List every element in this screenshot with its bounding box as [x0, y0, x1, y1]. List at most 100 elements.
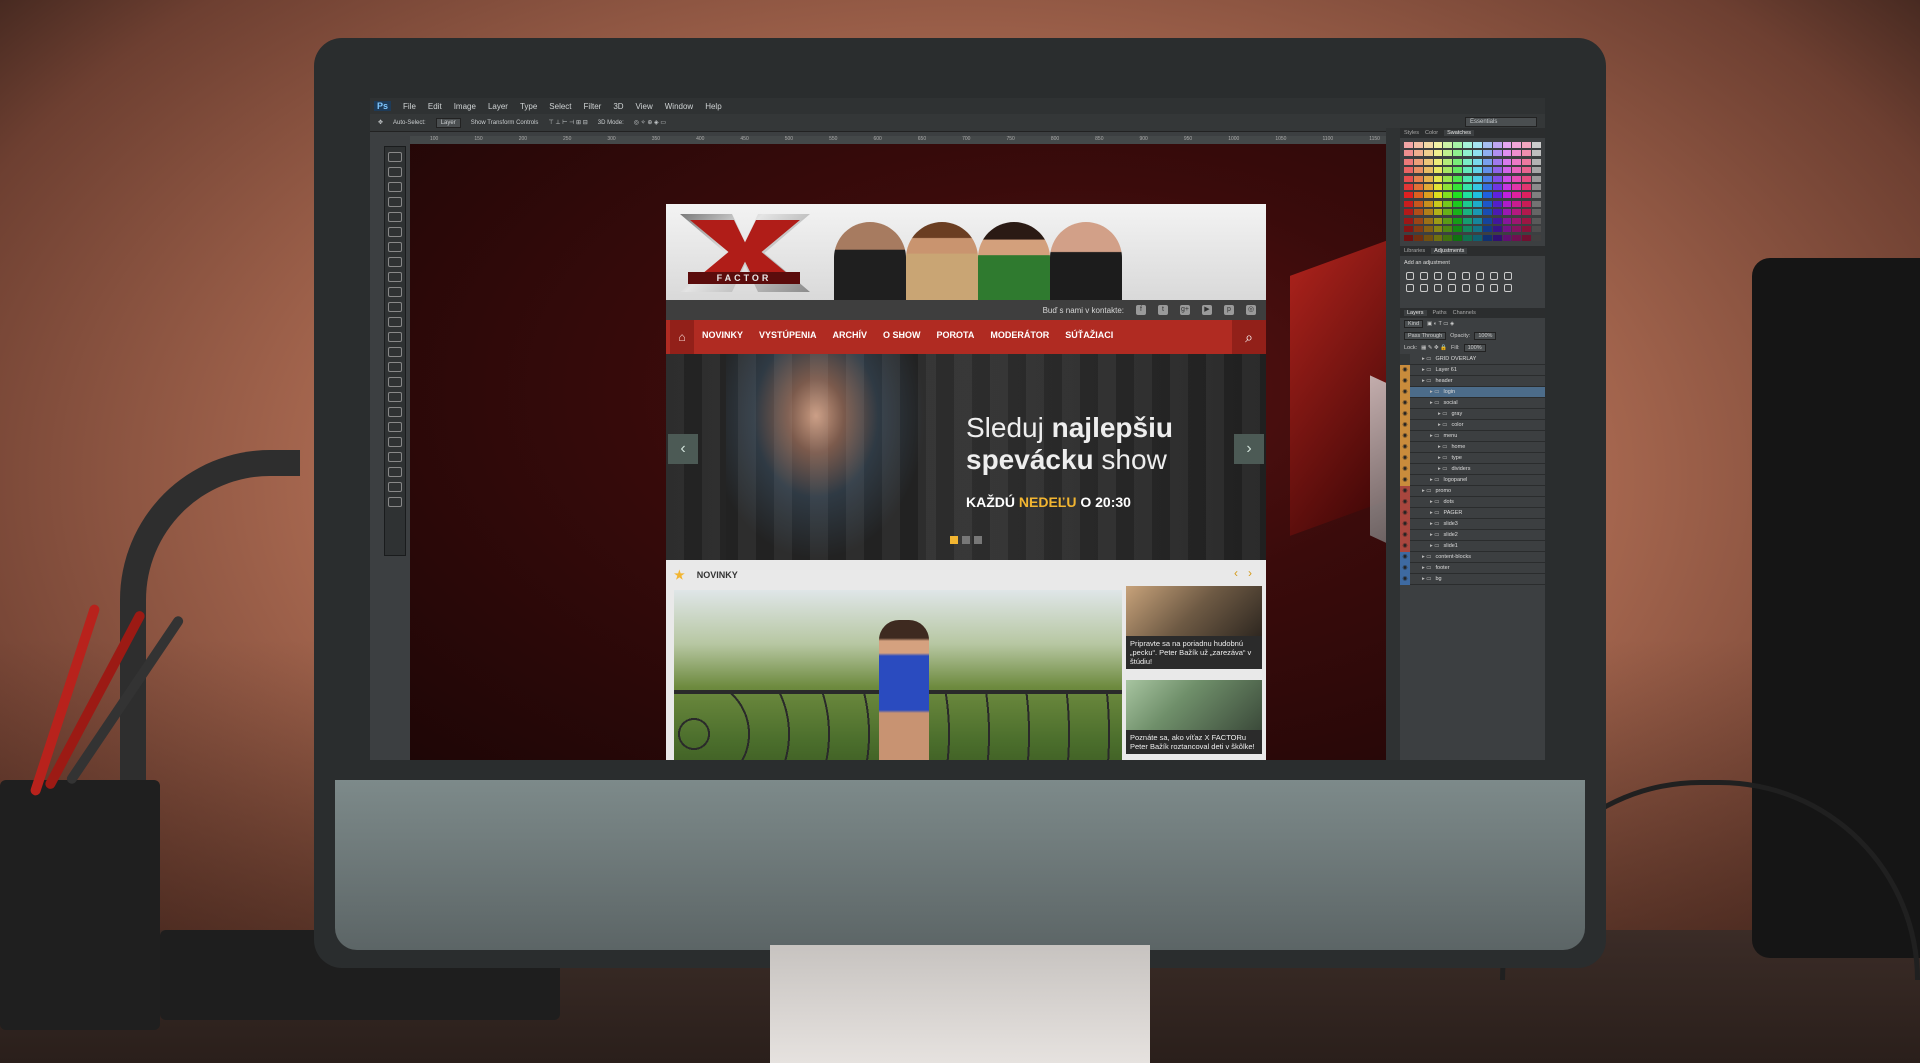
swatch[interactable] — [1443, 234, 1453, 241]
slider-next-arrow-icon[interactable]: › — [1234, 434, 1264, 464]
swatch[interactable] — [1404, 234, 1413, 241]
pager-dot[interactable] — [962, 536, 970, 544]
eye-icon[interactable]: ◉ — [1400, 430, 1410, 442]
nav-archiv[interactable]: ARCHÍV — [825, 320, 876, 354]
swatch[interactable] — [1522, 184, 1532, 191]
swatch[interactable] — [1492, 184, 1502, 191]
tab-paths[interactable]: Paths — [1433, 310, 1447, 316]
swatch[interactable] — [1482, 142, 1492, 148]
eye-icon[interactable]: ◉ — [1400, 529, 1410, 541]
eye-icon[interactable]: ◉ — [1400, 364, 1410, 376]
swatch[interactable] — [1532, 234, 1541, 241]
swatch[interactable] — [1413, 209, 1423, 216]
swatch[interactable] — [1433, 175, 1443, 182]
show-transform-controls-checkbox[interactable]: Show Transform Controls — [471, 120, 539, 126]
nav-o-show[interactable]: O SHOW ⌄ — [875, 320, 929, 354]
swatch[interactable] — [1463, 175, 1472, 182]
swatch[interactable] — [1433, 209, 1443, 216]
swatch[interactable] — [1463, 200, 1472, 207]
swatch[interactable] — [1463, 217, 1472, 224]
swatch[interactable] — [1532, 217, 1541, 224]
swatch[interactable] — [1472, 150, 1482, 157]
swatch[interactable] — [1482, 217, 1492, 224]
swatch[interactable] — [1522, 217, 1532, 224]
news-card[interactable]: Poznáte sa, ako víťaz X FACTORu Peter Ba… — [1126, 680, 1262, 754]
lock-icons[interactable]: ▦ ✎ ✥ 🔒 — [1421, 345, 1447, 351]
swatch[interactable] — [1463, 142, 1472, 148]
news-next-icon[interactable]: › — [1248, 566, 1252, 580]
swatch[interactable] — [1482, 200, 1492, 207]
tool-icon[interactable] — [388, 452, 402, 462]
swatch[interactable] — [1443, 226, 1453, 233]
swatch[interactable] — [1472, 175, 1482, 182]
swatch[interactable] — [1443, 158, 1453, 165]
eye-icon[interactable]: ◉ — [1400, 375, 1410, 387]
swatch[interactable] — [1492, 200, 1502, 207]
layer-row[interactable]: ◉ ▸ ▭ promo — [1400, 485, 1545, 497]
eye-icon[interactable]: ◉ — [1400, 408, 1410, 420]
swatch[interactable] — [1472, 209, 1482, 216]
adjustment-icon[interactable] — [1490, 284, 1498, 292]
menu-edit[interactable]: Edit — [428, 102, 442, 111]
pager-dot[interactable] — [974, 536, 982, 544]
swatch[interactable] — [1502, 184, 1512, 191]
nav-moderator[interactable]: MODERÁTOR — [982, 320, 1057, 354]
swatch[interactable] — [1453, 209, 1463, 216]
swatch[interactable] — [1423, 200, 1433, 207]
swatch[interactable] — [1423, 167, 1433, 174]
swatch[interactable] — [1423, 226, 1433, 233]
tool-icon[interactable] — [388, 392, 402, 402]
eye-icon[interactable]: ◉ — [1400, 496, 1410, 508]
layer-row[interactable]: ◉ ▸ ▭ gray — [1400, 408, 1545, 420]
adjustment-icon[interactable] — [1504, 272, 1512, 280]
swatch[interactable] — [1404, 142, 1413, 148]
swatch[interactable] — [1472, 142, 1482, 148]
swatch[interactable] — [1404, 200, 1413, 207]
move-tool-icon[interactable]: ✥ — [378, 119, 383, 126]
swatch[interactable] — [1482, 226, 1492, 233]
tab-layers[interactable]: Layers — [1404, 310, 1427, 316]
swatch[interactable] — [1472, 192, 1482, 199]
swatch[interactable] — [1413, 142, 1423, 148]
tool-icon[interactable] — [388, 422, 402, 432]
tab-libraries[interactable]: Libraries — [1404, 248, 1425, 254]
swatch[interactable] — [1512, 184, 1522, 191]
filter-icons[interactable]: ▣ ◐ T ▭ ◈ — [1427, 321, 1454, 327]
menu-file[interactable]: File — [403, 102, 416, 111]
news-main-image[interactable] — [674, 590, 1122, 760]
adjustment-icon[interactable] — [1504, 284, 1512, 292]
swatch[interactable] — [1512, 234, 1522, 241]
layer-row[interactable]: ◉ ▸ ▭ dots — [1400, 496, 1545, 508]
tool-icon[interactable] — [388, 332, 402, 342]
adjustment-icon[interactable] — [1476, 284, 1484, 292]
swatch[interactable] — [1532, 142, 1541, 148]
swatch[interactable] — [1404, 209, 1413, 216]
tool-icon[interactable] — [388, 257, 402, 267]
eye-icon[interactable]: ◉ — [1400, 463, 1410, 475]
swatch[interactable] — [1413, 184, 1423, 191]
layer-row[interactable]: ▸ ▭ GRID OVERLAY — [1400, 353, 1545, 365]
swatch[interactable] — [1522, 175, 1532, 182]
swatch[interactable] — [1443, 209, 1453, 216]
news-card[interactable]: Pripravte sa na poriadnu hudobnú „pecku“… — [1126, 586, 1262, 669]
swatch[interactable] — [1453, 175, 1463, 182]
facebook-icon[interactable]: f — [1136, 305, 1146, 315]
search-icon[interactable]: ⌕ — [1232, 320, 1266, 354]
swatch[interactable] — [1453, 192, 1463, 199]
swatch[interactable] — [1532, 200, 1541, 207]
nav-vystupenia[interactable]: VYSTÚPENIA — [751, 320, 825, 354]
layer-row[interactable]: ◉ ▸ ▭ social — [1400, 397, 1545, 409]
swatch[interactable] — [1532, 175, 1541, 182]
layer-row[interactable]: ◉ ▸ ▭ menu — [1400, 430, 1545, 442]
swatch[interactable] — [1423, 158, 1433, 165]
swatch[interactable] — [1404, 226, 1413, 233]
swatch[interactable] — [1453, 184, 1463, 191]
kind-filter-dropdown[interactable]: Kind — [1404, 320, 1424, 328]
swatch[interactable] — [1472, 217, 1482, 224]
layer-row[interactable]: ◉ ▸ ▭ login — [1400, 386, 1545, 398]
tab-color[interactable]: Color — [1425, 130, 1438, 136]
swatch[interactable] — [1413, 200, 1423, 207]
layer-row[interactable]: ◉ ▸ ▭ slide3 — [1400, 518, 1545, 530]
swatch[interactable] — [1522, 142, 1532, 148]
auto-select-checkbox-label[interactable]: Auto-Select: — [393, 120, 426, 126]
